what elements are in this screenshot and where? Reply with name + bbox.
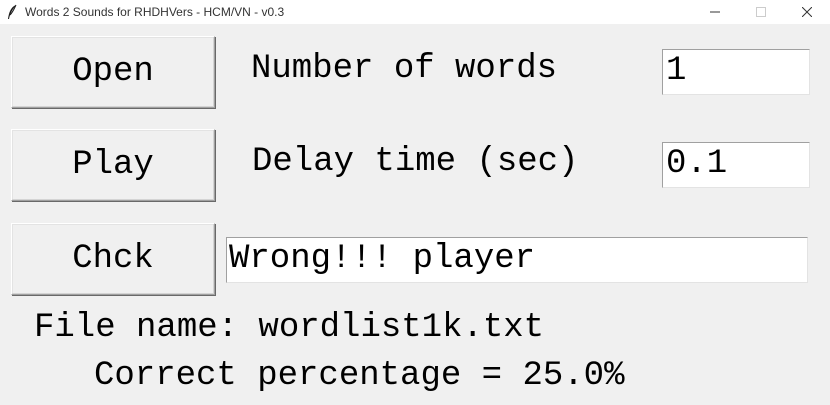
number-of-words-input[interactable] bbox=[666, 50, 809, 92]
check-button[interactable]: Chck bbox=[11, 223, 215, 295]
maximize-button[interactable] bbox=[738, 0, 784, 24]
answer-input[interactable] bbox=[229, 238, 807, 280]
title-bar[interactable]: Words 2 Sounds for RHDHVers - HCM/VN - v… bbox=[0, 0, 830, 24]
correct-percentage-label: Correct percentage = 25.0% bbox=[94, 357, 625, 395]
maximize-icon bbox=[756, 7, 766, 17]
delay-time-label: Delay time (sec) bbox=[252, 143, 579, 181]
window-title: Words 2 Sounds for RHDHVers - HCM/VN - v… bbox=[25, 5, 285, 19]
feather-icon bbox=[6, 4, 18, 20]
delay-time-input[interactable] bbox=[666, 143, 809, 185]
delay-time-field[interactable] bbox=[662, 142, 810, 188]
file-name-label: File name: wordlist1k.txt bbox=[34, 309, 545, 347]
minimize-icon bbox=[710, 11, 720, 13]
open-button[interactable]: Open bbox=[11, 36, 215, 108]
play-button[interactable]: Play bbox=[11, 129, 215, 201]
close-button[interactable] bbox=[784, 0, 830, 24]
number-of-words-field[interactable] bbox=[662, 49, 810, 95]
number-of-words-label: Number of words bbox=[251, 50, 558, 88]
minimize-button[interactable] bbox=[692, 0, 738, 24]
answer-field[interactable] bbox=[226, 237, 808, 283]
close-icon bbox=[802, 7, 812, 17]
